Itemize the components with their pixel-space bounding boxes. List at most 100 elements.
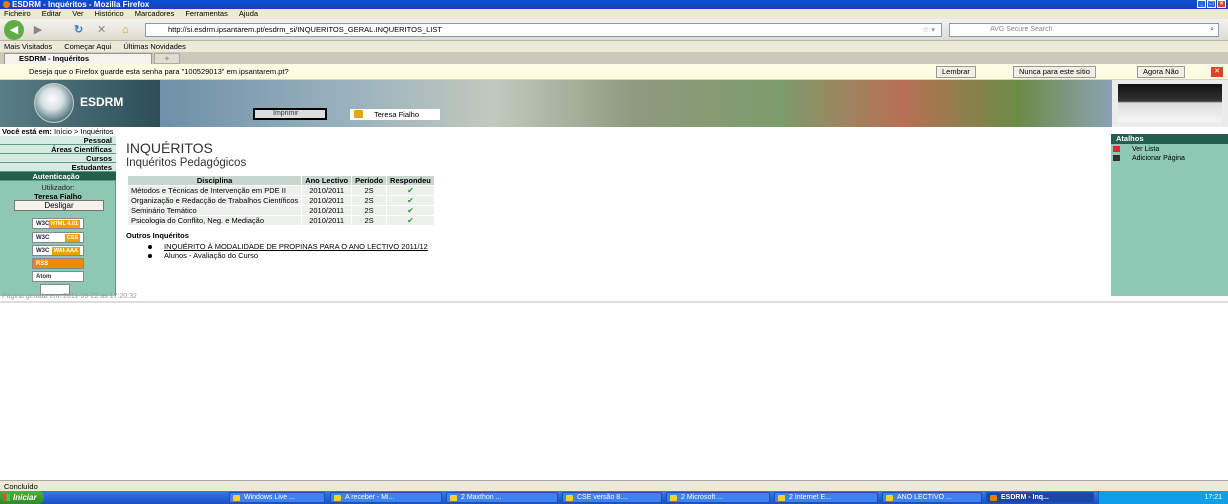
windows-flag-icon	[3, 494, 10, 501]
taskbar-item-esdrm[interactable]: ESDRM - Inq...	[986, 492, 1094, 503]
print-button[interactable]: Imprimir	[253, 108, 327, 120]
breadcrumb-current: Inquéritos	[80, 127, 114, 136]
breadcrumb-home[interactable]: Início	[54, 127, 72, 136]
sidebar-item-cursos[interactable]: Cursos	[0, 154, 116, 163]
shortcut-adicionar-pagina[interactable]: Adicionar Página	[1112, 154, 1185, 163]
start-button[interactable]: Iniciar	[0, 491, 44, 504]
bookmark-star-icon[interactable]: ☆ ▾	[922, 24, 935, 36]
tab-strip: ESDRM - Inquéritos +	[0, 52, 1228, 64]
user-label: Utilizador:	[41, 183, 75, 192]
atom-badge[interactable]: Atom	[32, 271, 84, 282]
taskbar-item-ano-lectivo[interactable]: ANO LECTIVO ...	[882, 492, 982, 503]
bookmark-comecar-aqui[interactable]: Começar Aqui	[64, 42, 111, 51]
minimize-button[interactable]: _	[1197, 0, 1206, 8]
list-icon	[1113, 146, 1120, 152]
window-titlebar: ESDRM - Inquéritos - Mozilla Firefox _ □…	[0, 0, 1228, 9]
maximize-button[interactable]: □	[1207, 0, 1216, 8]
page-title: INQUÉRITOS	[126, 140, 213, 156]
w3c-wai-badge[interactable]: W3C WAI-AAA	[32, 245, 84, 256]
bookmarks-toolbar: Mais Visitados Começar Aqui Últimas Novida…	[0, 41, 1228, 52]
check-icon: ✔	[386, 185, 435, 196]
table-row: Organização e Redacção de Trabalhos Cien…	[126, 195, 435, 206]
check-icon: ✔	[386, 215, 435, 226]
breadcrumb-prefix: Você está em:	[2, 127, 52, 136]
new-tab-button[interactable]: +	[154, 53, 180, 64]
close-window-button[interactable]: ×	[1217, 0, 1226, 8]
w3c-html-badge[interactable]: W3C HTML 4.01	[32, 218, 84, 229]
menu-historico[interactable]: Histórico	[95, 9, 124, 18]
cell-disciplina: Psicologia do Conflito, Neg. e Mediação	[126, 215, 303, 226]
logo-text: ESDRM	[80, 95, 124, 109]
status-text: Concluído	[4, 482, 38, 491]
maxthon-icon	[450, 495, 457, 501]
logout-button[interactable]: Desligar	[14, 200, 104, 211]
search-input[interactable]: AVG Secure Search ⌕	[949, 23, 1219, 37]
taskbar-item-mail[interactable]: A receber - Mi...	[330, 492, 442, 503]
cell-disciplina: Métodos e Técnicas de Intervenção em PDE…	[126, 185, 303, 196]
window-title: ESDRM - Inquéritos - Mozilla Firefox	[12, 0, 150, 9]
notification-text: Deseja que o Firefox guarde esta senha p…	[29, 67, 289, 76]
shortcuts-title: Atalhos	[1111, 134, 1228, 144]
cell-periodo: 2S	[351, 215, 388, 226]
w3c-css-badge[interactable]: W3C CSS	[32, 232, 84, 243]
url-text: http://si.esdrm.ipsantarem.pt/esdrm_si/I…	[168, 25, 442, 34]
table-header-row: Disciplina Ano Lectivo Período Respondeu	[126, 175, 435, 186]
esdrm-logo-icon	[34, 83, 74, 123]
microsoft-icon	[670, 495, 677, 501]
sidebar-item-pessoal[interactable]: Pessoal	[0, 136, 116, 145]
clock[interactable]: 17:21	[1204, 494, 1222, 501]
cell-ano: 2010/2011	[301, 185, 353, 196]
menu-marcadores[interactable]: Marcadores	[135, 9, 175, 18]
banner-right-photo	[1118, 84, 1222, 122]
not-now-button[interactable]: Agora Não	[1137, 66, 1185, 78]
firefox-icon	[3, 1, 10, 8]
stop-icon[interactable]: ✕	[97, 22, 106, 38]
banner-right-image	[1112, 80, 1228, 127]
menu-ficheiro[interactable]: Ficheiro	[4, 9, 31, 18]
back-button[interactable]: ◀	[4, 20, 24, 40]
internet-explorer-icon	[778, 495, 785, 501]
reload-icon[interactable]: ↻	[74, 22, 83, 38]
col-periodo: Período	[351, 175, 388, 186]
section-title: Inquéritos Pedagógicos	[126, 157, 247, 169]
taskbar-item-cse[interactable]: CSE versão 8....	[562, 492, 662, 503]
menu-ajuda[interactable]: Ajuda	[239, 9, 258, 18]
cell-ano: 2010/2011	[301, 215, 353, 226]
tab-esdrm-inqueritos[interactable]: ESDRM - Inquéritos	[4, 53, 152, 64]
menu-editar[interactable]: Editar	[42, 9, 62, 18]
menu-ferramentas[interactable]: Ferramentas	[185, 9, 228, 18]
system-tray: 17:21	[1098, 491, 1228, 504]
bookmark-mais-visitados[interactable]: Mais Visitados	[4, 42, 52, 51]
home-icon[interactable]: ⌂	[122, 22, 129, 38]
url-bar[interactable]: http://si.esdrm.ipsantarem.pt/esdrm_si/I…	[145, 23, 942, 37]
close-notification-icon[interactable]: ✕	[1211, 67, 1223, 77]
sidebar-item-autenticacao[interactable]: Autenticação	[0, 172, 116, 181]
menu-bar: Ficheiro Editar Ver Histórico Marcadores Ferr…	[0, 9, 1228, 19]
rss-badge[interactable]: RSS	[32, 258, 84, 269]
cell-periodo: 2S	[351, 185, 388, 196]
table-row: Seminário Temático 2010/2011 2S ✔	[126, 205, 435, 216]
sidebar-item-estudantes[interactable]: Estudantes	[0, 163, 116, 172]
shortcut-ver-lista[interactable]: Ver Lista	[1112, 145, 1185, 154]
search-icon[interactable]: ⌕	[1210, 24, 1214, 36]
taskbar-item-internet-explorer[interactable]: 2 Internet E...	[774, 492, 878, 503]
taskbar-item-windows-live[interactable]: Windows Live ...	[229, 492, 325, 503]
page-divider	[0, 301, 1228, 303]
cell-ano: 2010/2011	[301, 205, 353, 216]
cell-disciplina: Seminário Temático	[126, 205, 303, 216]
taskbar-item-maxthon[interactable]: 2 Maxthon ...	[446, 492, 558, 503]
menu-ver[interactable]: Ver	[72, 9, 83, 18]
table-row: Psicologia do Conflito, Neg. e Mediação …	[126, 215, 435, 226]
remember-button[interactable]: Lembrar	[936, 66, 976, 78]
forward-button[interactable]: ▶ ▾	[30, 22, 46, 52]
cse-icon	[566, 495, 573, 501]
sidebar-item-areas-cientificas[interactable]: Áreas Científicas	[0, 145, 116, 154]
lock-icon	[354, 110, 363, 118]
propinas-survey-link[interactable]: INQUÉRITO À MODALIDADE DE PROPINAS PARA …	[164, 242, 428, 251]
taskbar-item-microsoft[interactable]: 2 Microsoft ...	[666, 492, 770, 503]
search-placeholder: AVG Secure Search	[990, 26, 1053, 33]
bookmark-ultimas-novidades[interactable]: Últimas Novidades	[123, 42, 186, 51]
pedagogical-surveys-table: Disciplina Ano Lectivo Período Respondeu…	[126, 175, 435, 226]
never-for-this-site-button[interactable]: Nunca para este sítio	[1013, 66, 1096, 78]
course-evaluation-item: Alunos - Avaliação do Curso	[164, 251, 259, 260]
